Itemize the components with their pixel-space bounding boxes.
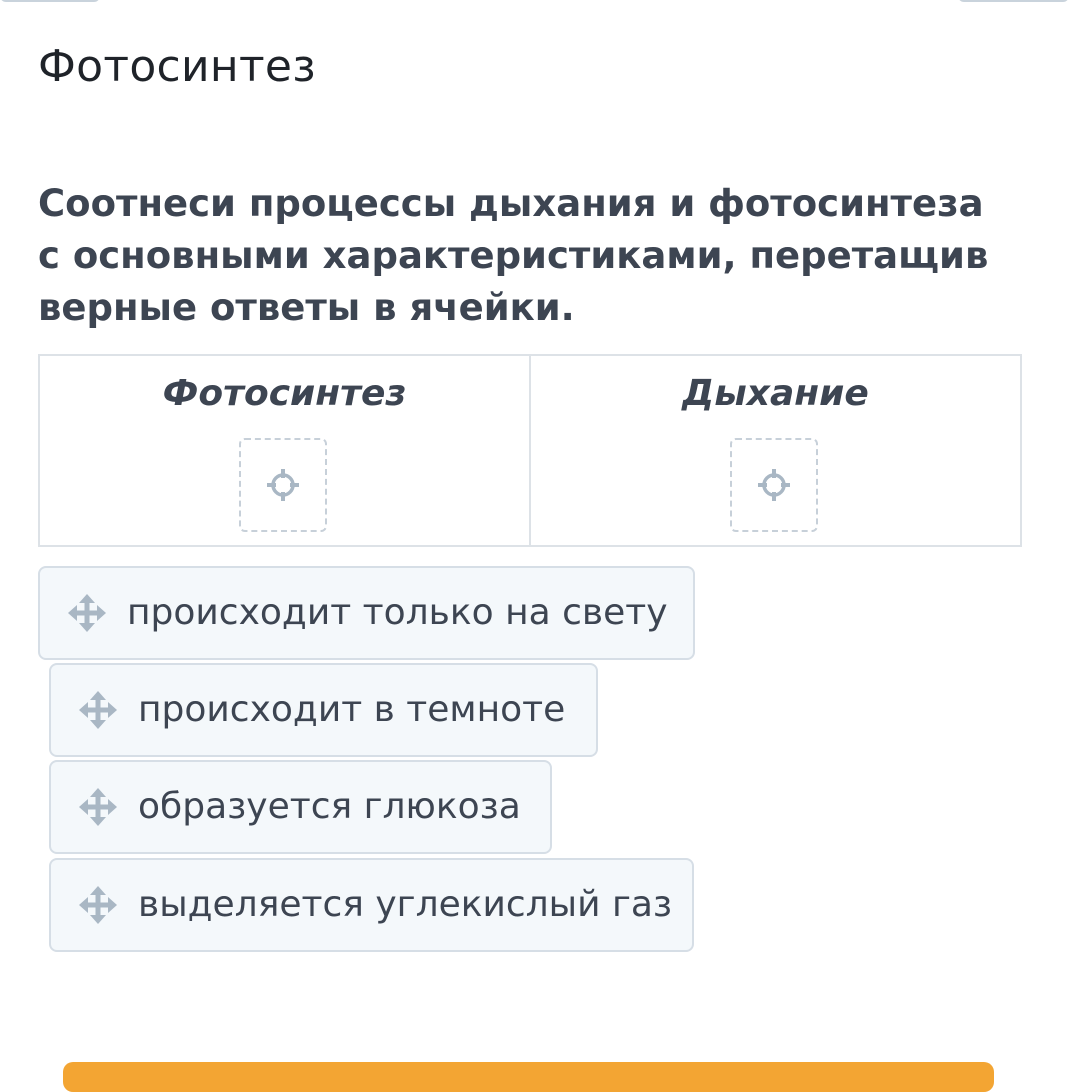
move-icon[interactable] <box>78 885 118 925</box>
draggable-option-co2[interactable]: выделяется углекислый газ <box>49 858 694 952</box>
option-label: выделяется углекислый газ <box>138 884 673 925</box>
match-table: Фотосинтез Дыхание <box>38 354 1022 547</box>
option-label: происходит только на свету <box>127 592 668 633</box>
draggable-option-light[interactable]: происходит только на свету <box>38 566 695 660</box>
move-icon[interactable] <box>78 690 118 730</box>
column-header-respiration: Дыхание <box>682 373 869 414</box>
column-photosynthesis: Фотосинтез <box>40 356 529 545</box>
task-question: Соотнеси процессы дыхания и фотосинтеза … <box>38 182 989 329</box>
move-icon[interactable] <box>78 787 118 827</box>
column-header-photosynthesis: Фотосинтез <box>162 373 407 414</box>
move-icon[interactable] <box>67 593 107 633</box>
crosshair-icon <box>265 467 301 503</box>
submit-button[interactable] <box>63 1062 994 1092</box>
draggable-option-glucose[interactable]: образуется глюкоза <box>49 760 552 854</box>
page-title: Фотосинтез <box>38 41 316 92</box>
drop-zone-photosynthesis[interactable] <box>238 438 327 532</box>
top-tab-right[interactable] <box>958 0 1069 2</box>
draggable-option-dark[interactable]: происходит в темноте <box>49 663 598 757</box>
option-label: происходит в темноте <box>138 689 566 730</box>
drop-zone-respiration[interactable] <box>729 438 818 532</box>
option-label: образуется глюкоза <box>138 786 521 827</box>
column-respiration: Дыхание <box>529 356 1020 545</box>
top-tab-left[interactable] <box>0 0 100 2</box>
crosshair-icon <box>756 467 792 503</box>
